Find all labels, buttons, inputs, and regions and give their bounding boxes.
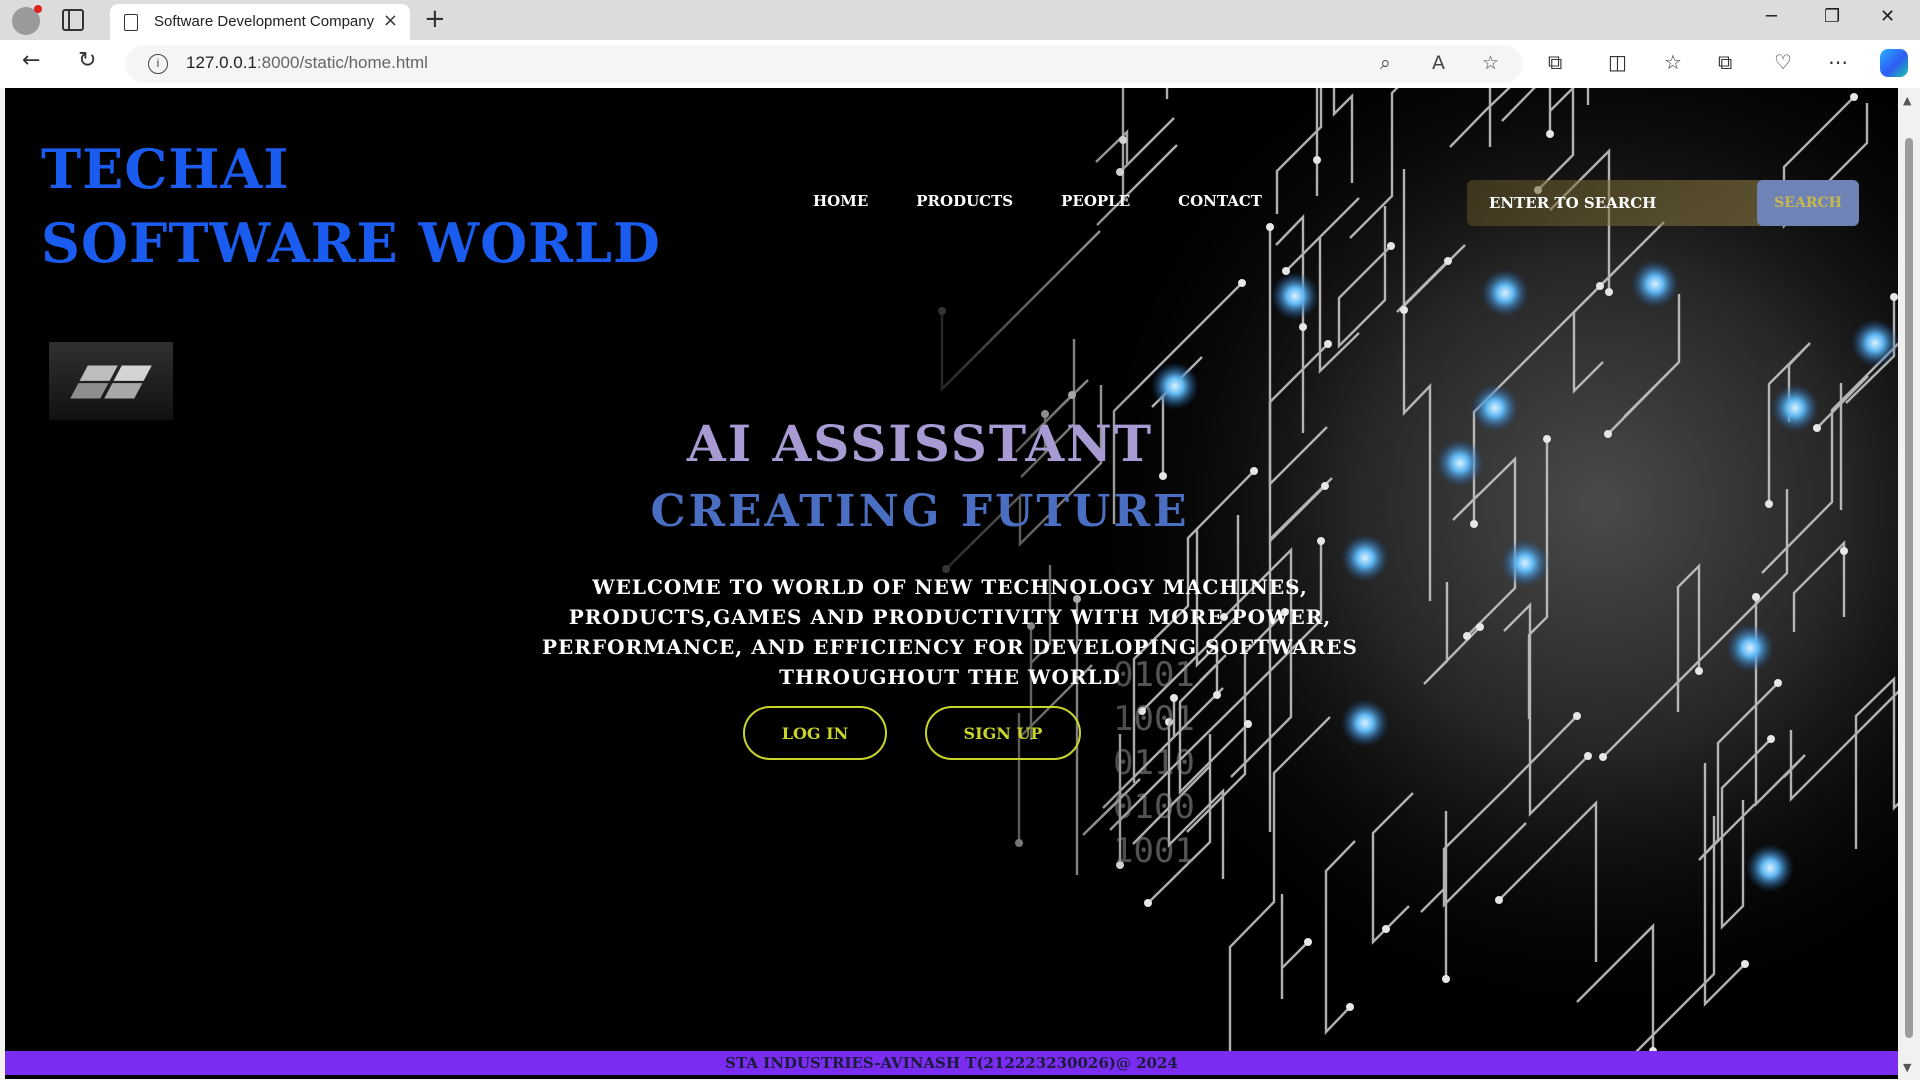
copilot-icon[interactable] [1880, 49, 1908, 77]
page-document-icon [124, 14, 138, 31]
circuit-node [1144, 899, 1152, 907]
nav-contact-link[interactable]: CONTACT [1178, 192, 1262, 210]
tab-title: Software Development Company [154, 13, 375, 30]
search-button[interactable]: SEARCH [1757, 180, 1859, 226]
hero-subtitle: CREATING FUTURE [650, 486, 1190, 537]
circuit-node [1752, 593, 1760, 601]
read-aloud-icon[interactable]: A [1432, 52, 1445, 74]
url-text[interactable]: 127.0.0.1:8000/static/home.html [186, 53, 428, 73]
circuit-node [1382, 925, 1390, 933]
reload-icon[interactable]: ↻ [78, 48, 96, 73]
circuit-node [1444, 257, 1452, 265]
circuit-node [1840, 547, 1848, 555]
more-options-icon[interactable]: ⋯ [1828, 50, 1848, 74]
browser-toolbar: ← ↻ i 127.0.0.1:8000/static/home.html ⌕ … [0, 40, 1920, 88]
circuit-glow-dot [1271, 272, 1319, 320]
page-viewport: 0101 1001 0110 0100 1001 TECHAI SOFTWARE WOR… [5, 88, 1898, 1079]
hero-description: WELCOME TO WORLD OF NEW TECHNOLOGY MACHI… [542, 575, 1358, 689]
browser-tab-active[interactable]: Software Development Company × [110, 4, 410, 40]
close-window-button[interactable]: ✕ [1880, 6, 1895, 27]
circuit-node [1238, 279, 1246, 287]
zoom-icon[interactable]: ⌕ [1380, 52, 1391, 74]
browser-essentials-icon[interactable]: ♡ [1774, 50, 1792, 74]
circuit-node [1546, 130, 1554, 138]
circuit-glow-dot [1481, 269, 1529, 317]
circuit-node [1850, 93, 1858, 101]
circuit-glow-dot [1726, 624, 1774, 672]
address-bar[interactable]: i 127.0.0.1:8000/static/home.html ⌕ A ☆ [126, 45, 1522, 83]
circuit-node [1890, 293, 1898, 301]
circuit-node [1346, 1003, 1354, 1011]
minimize-button[interactable]: ─ [1766, 6, 1777, 27]
circuit-node [1599, 753, 1607, 761]
circuit-node [1495, 896, 1503, 904]
circuit-node [1767, 735, 1775, 743]
browser-tab-bar: Software Development Company × + ─ ❐ ✕ [0, 0, 1920, 40]
tab-close-icon[interactable]: × [383, 10, 398, 31]
split-screen-icon[interactable]: ◫ [1608, 50, 1627, 74]
circuit-node [1596, 282, 1604, 290]
circuit-node [1695, 667, 1703, 675]
circuit-node [1442, 975, 1450, 983]
circuit-glow-dot [1746, 844, 1794, 892]
site-brand-title[interactable]: TECHAI SOFTWARE WORLD [41, 132, 661, 280]
nav-people-link[interactable]: PEOPLE [1061, 192, 1130, 210]
circuit-node [1387, 242, 1395, 250]
circuit-node [1400, 306, 1408, 314]
profile-avatar-icon[interactable] [12, 5, 42, 35]
circuit-node [1573, 712, 1581, 720]
site-info-icon[interactable]: i [148, 54, 168, 74]
url-path: :8000/static/home.html [256, 53, 428, 72]
windows-logo-icon [70, 365, 152, 399]
restore-button[interactable]: ❐ [1824, 6, 1840, 27]
circuit-node [1476, 623, 1484, 631]
collections-icon[interactable]: ⧉ [1718, 50, 1732, 74]
circuit-node [1304, 938, 1312, 946]
circuit-node [1244, 720, 1252, 728]
back-arrow-icon[interactable]: ← [22, 48, 40, 73]
footer-bar: STA INDUSTRIES-AVINASH T(212223230026)@ … [5, 1051, 1898, 1075]
favorite-star-icon[interactable]: ☆ [1482, 52, 1499, 74]
url-host: 127.0.0.1 [186, 53, 257, 72]
circuit-node [1463, 632, 1471, 640]
hero-title: AI ASSISSTANT [686, 414, 1154, 473]
main-nav: HOME PRODUCTS PEOPLE CONTACT [813, 192, 1262, 210]
circuit-node [1584, 752, 1592, 760]
scroll-down-arrow-icon[interactable]: ▼ [1903, 1061, 1911, 1074]
circuit-node [1299, 323, 1307, 331]
circuit-glow-dot [1151, 362, 1199, 410]
scroll-up-arrow-icon[interactable]: ▲ [1903, 94, 1911, 107]
extensions-icon[interactable]: ⧉ [1548, 50, 1562, 74]
windows-logo-image [49, 342, 173, 420]
circuit-node [1774, 679, 1782, 687]
circuit-node [1324, 340, 1332, 348]
scroll-thumb[interactable] [1905, 138, 1913, 1038]
circuit-glow-dot [1631, 260, 1679, 308]
circuit-node [1317, 537, 1325, 545]
circuit-glow-dot [1851, 319, 1898, 367]
circuit-node [1159, 472, 1167, 480]
signup-button[interactable]: SIGN UP [925, 706, 1081, 760]
circuit-node [1741, 960, 1749, 968]
circuit-node [1313, 156, 1321, 164]
circuit-node [1605, 288, 1613, 296]
circuit-glow-dot [1341, 699, 1389, 747]
nav-home-link[interactable]: HOME [813, 192, 868, 210]
circuit-glow-dot [1501, 539, 1549, 587]
favorites-icon[interactable]: ☆ [1664, 50, 1682, 74]
circuit-node [1213, 691, 1221, 699]
nav-products-link[interactable]: PRODUCTS [916, 192, 1013, 210]
circuit-node [1266, 223, 1274, 231]
new-tab-button[interactable]: + [424, 4, 446, 34]
tab-actions-icon[interactable] [62, 9, 84, 31]
login-button[interactable]: LOG IN [743, 706, 887, 760]
page-scrollbar[interactable]: ▲ ▼ [1898, 88, 1920, 1080]
search-input[interactable] [1467, 180, 1767, 226]
